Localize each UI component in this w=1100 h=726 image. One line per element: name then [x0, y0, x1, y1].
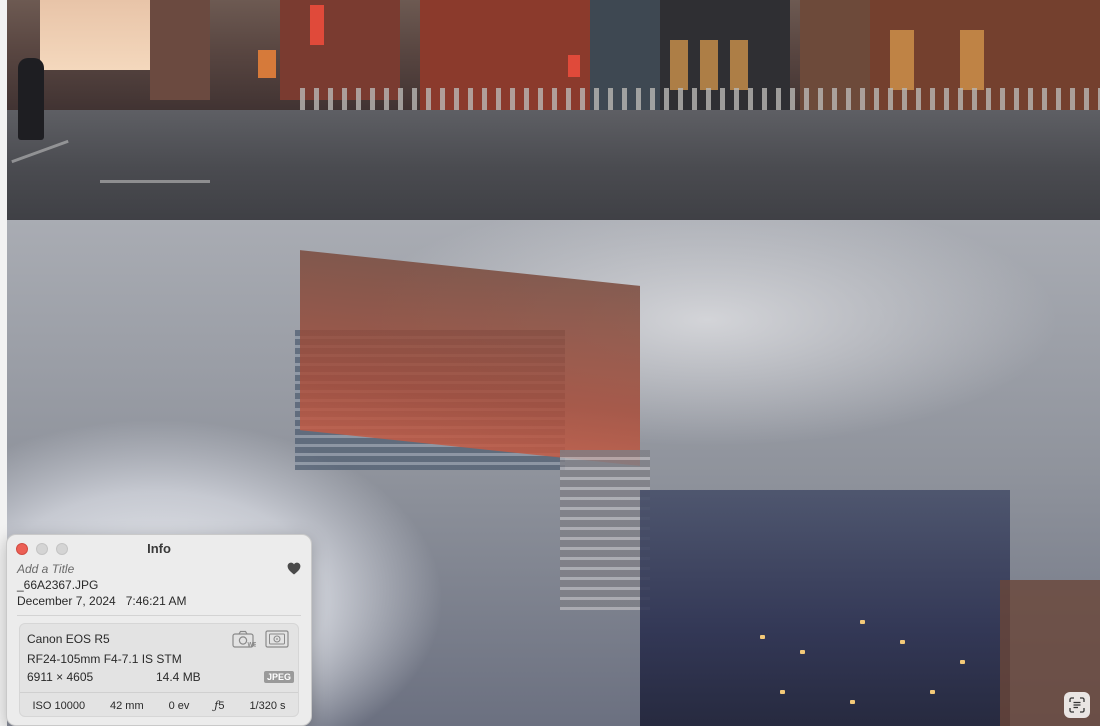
exif-row: ISO 10000 42 mm 0 ev ƒ5 1/320 s: [20, 692, 298, 718]
capture-time: 7:46:21 AM: [125, 594, 187, 608]
lit-window: [890, 30, 914, 90]
file-name: _66A2367.JPG: [17, 578, 99, 592]
camera-info-box: Canon EOS R5 WB RF24-105mm F4-7.1 IS STM…: [19, 623, 299, 717]
window-light: [800, 650, 805, 654]
panel-titlebar[interactable]: Info: [7, 535, 311, 561]
metering-mode-icon: [265, 630, 289, 648]
window-light: [930, 690, 935, 694]
lens-model: RF24-105mm F4-7.1 IS STM: [27, 652, 182, 666]
window-light: [900, 640, 905, 644]
lit-window: [670, 40, 688, 90]
aperture: ƒ5: [214, 699, 224, 712]
capture-date: December 7, 2024: [17, 594, 116, 608]
image-dimensions: 6911 × 4605: [27, 670, 94, 684]
lit-window: [700, 40, 718, 90]
reflected-gray-building: [560, 450, 650, 610]
shutter-speed: 1/320 s: [249, 699, 286, 712]
live-text-icon: [1069, 697, 1085, 713]
camera-wb-icon: WB: [232, 630, 256, 648]
neon-sign: [310, 5, 324, 45]
file-size: 14.4 MB: [156, 670, 201, 684]
building: [280, 0, 400, 100]
neon-sign: [568, 55, 580, 77]
reflected-brick-building: [300, 250, 640, 466]
format-badge: JPEG: [264, 671, 295, 683]
capture-date-time: December 7, 2024 7:46:21 AM: [17, 593, 301, 609]
window-light: [780, 690, 785, 694]
focal-length: 42 mm: [110, 699, 144, 712]
window-light: [760, 635, 765, 639]
add-title-field[interactable]: Add a Title: [17, 561, 301, 577]
divider: [17, 615, 301, 616]
reflected-dark-tower: [640, 490, 1010, 726]
road-marking: [100, 180, 210, 183]
lit-window: [730, 40, 748, 90]
building: [150, 0, 210, 100]
info-panel: Info Add a Title _66A2367.JPG December 7…: [6, 534, 312, 726]
iso-value: ISO 10000: [32, 699, 86, 712]
live-text-button[interactable]: [1064, 692, 1090, 718]
window-light: [850, 700, 855, 704]
heart-icon[interactable]: [287, 562, 301, 575]
panel-title: Info: [147, 541, 171, 556]
camera-model: Canon EOS R5: [27, 632, 110, 646]
sky: [40, 0, 150, 70]
aperture-value: 5: [218, 700, 225, 712]
pedestrian: [18, 58, 44, 140]
lit-window: [960, 30, 984, 90]
exposure-bias: 0 ev: [168, 699, 190, 712]
neon-sign: [258, 50, 276, 78]
window-light: [960, 660, 965, 664]
svg-text:WB: WB: [248, 643, 257, 649]
window-light: [860, 620, 865, 624]
